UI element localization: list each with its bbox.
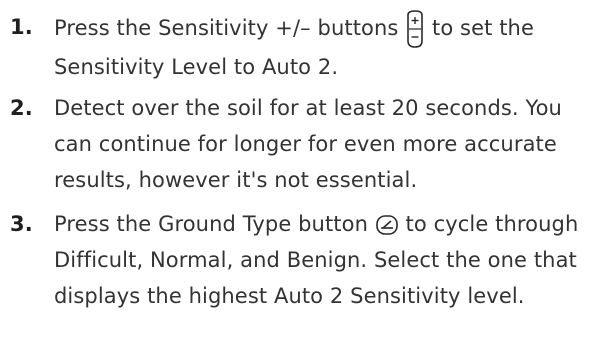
step-text-before-icon: Press the Sensitivity +/– buttons: [54, 16, 399, 40]
step-text: Press the Ground Type button to cycle th…: [54, 206, 581, 314]
step-number: 1.: [10, 15, 33, 39]
step-1: 1. Press the Sensitivity +/– buttons to …: [0, 9, 589, 85]
sensitivity-plus-minus-icon: [405, 9, 425, 49]
ground-type-icon: [375, 214, 399, 236]
step-number: 3.: [10, 212, 33, 236]
step-number: 2.: [10, 96, 33, 120]
step-2: 2. Detect over the soil for at least 20 …: [0, 90, 589, 198]
step-text: Press the Sensitivity +/– buttons to set…: [54, 9, 581, 85]
step-text: Detect over the soil for at least 20 sec…: [54, 96, 562, 192]
step-text-before-icon: Press the Ground Type button: [54, 212, 368, 236]
step-3: 3. Press the Ground Type button to cycle…: [0, 206, 589, 314]
